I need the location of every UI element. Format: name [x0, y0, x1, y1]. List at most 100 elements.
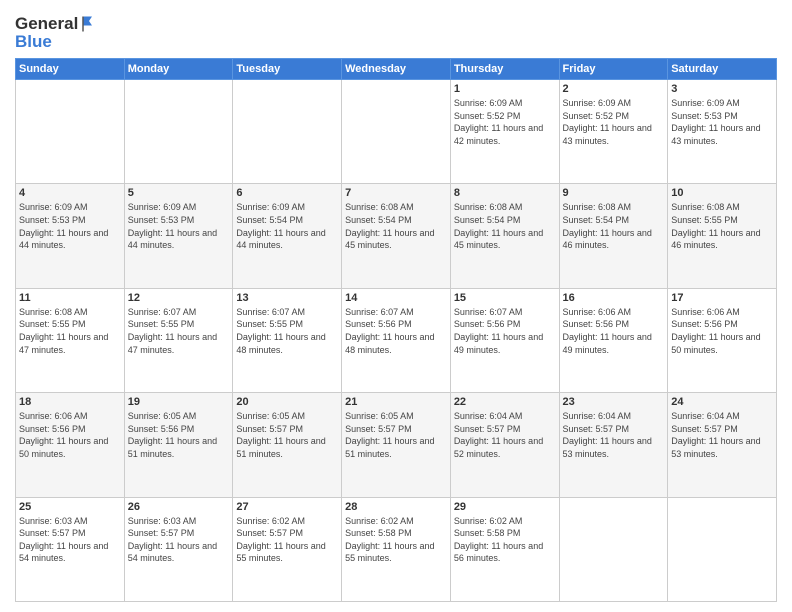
calendar-cell: 2 Sunrise: 6:09 AM Sunset: 5:52 PM Daylig…	[559, 80, 668, 184]
day-number: 5	[128, 187, 230, 199]
day-number: 17	[671, 292, 773, 304]
calendar-cell: 29 Sunrise: 6:02 AM Sunset: 5:58 PM Dayli…	[450, 497, 559, 601]
day-info: Sunrise: 6:05 AM Sunset: 5:57 PM Dayligh…	[236, 410, 338, 460]
day-number: 29	[454, 501, 556, 513]
day-number: 24	[671, 396, 773, 408]
header-saturday: Saturday	[668, 59, 777, 80]
day-info: Sunrise: 6:02 AM Sunset: 5:58 PM Dayligh…	[345, 515, 447, 565]
day-number: 13	[236, 292, 338, 304]
calendar-cell	[124, 80, 233, 184]
calendar-cell: 27 Sunrise: 6:02 AM Sunset: 5:57 PM Dayli…	[233, 497, 342, 601]
day-number: 7	[345, 187, 447, 199]
calendar-cell: 7 Sunrise: 6:08 AM Sunset: 5:54 PM Daylig…	[342, 184, 451, 288]
day-info: Sunrise: 6:04 AM Sunset: 5:57 PM Dayligh…	[563, 410, 665, 460]
calendar-cell: 20 Sunrise: 6:05 AM Sunset: 5:57 PM Dayli…	[233, 393, 342, 497]
day-number: 4	[19, 187, 121, 199]
calendar-table: SundayMondayTuesdayWednesdayThursdayFrid…	[15, 58, 777, 602]
calendar-cell: 8 Sunrise: 6:08 AM Sunset: 5:54 PM Daylig…	[450, 184, 559, 288]
calendar-week-3: 18 Sunrise: 6:06 AM Sunset: 5:56 PM Dayli…	[16, 393, 777, 497]
logo: General Blue	[15, 14, 98, 52]
day-info: Sunrise: 6:02 AM Sunset: 5:57 PM Dayligh…	[236, 515, 338, 565]
calendar-week-2: 11 Sunrise: 6:08 AM Sunset: 5:55 PM Dayli…	[16, 288, 777, 392]
day-info: Sunrise: 6:08 AM Sunset: 5:54 PM Dayligh…	[345, 201, 447, 251]
day-info: Sunrise: 6:07 AM Sunset: 5:56 PM Dayligh…	[454, 306, 556, 356]
day-number: 15	[454, 292, 556, 304]
day-number: 23	[563, 396, 665, 408]
calendar-cell: 18 Sunrise: 6:06 AM Sunset: 5:56 PM Dayli…	[16, 393, 125, 497]
day-number: 19	[128, 396, 230, 408]
day-number: 28	[345, 501, 447, 513]
header-thursday: Thursday	[450, 59, 559, 80]
calendar-week-0: 1Sunrise: 6:09 AM Sunset: 5:52 PM Daylig…	[16, 80, 777, 184]
day-number: 8	[454, 187, 556, 199]
calendar-cell: 12 Sunrise: 6:07 AM Sunset: 5:55 PM Dayli…	[124, 288, 233, 392]
day-info: Sunrise: 6:03 AM Sunset: 5:57 PM Dayligh…	[128, 515, 230, 565]
day-info: Sunrise: 6:03 AM Sunset: 5:57 PM Dayligh…	[19, 515, 121, 565]
day-number: 27	[236, 501, 338, 513]
calendar-cell: 10 Sunrise: 6:08 AM Sunset: 5:55 PM Dayli…	[668, 184, 777, 288]
header: General Blue	[15, 10, 777, 52]
calendar-cell: 26Sunrise: 6:03 AM Sunset: 5:57 PM Dayli…	[124, 497, 233, 601]
calendar-cell: 4 Sunrise: 6:09 AM Sunset: 5:53 PM Daylig…	[16, 184, 125, 288]
calendar-cell: 1Sunrise: 6:09 AM Sunset: 5:52 PM Daylig…	[450, 80, 559, 184]
calendar-cell: 13 Sunrise: 6:07 AM Sunset: 5:55 PM Dayli…	[233, 288, 342, 392]
calendar-week-1: 4 Sunrise: 6:09 AM Sunset: 5:53 PM Daylig…	[16, 184, 777, 288]
calendar-cell: 17 Sunrise: 6:06 AM Sunset: 5:56 PM Dayli…	[668, 288, 777, 392]
calendar-cell: 16 Sunrise: 6:06 AM Sunset: 5:56 PM Dayli…	[559, 288, 668, 392]
day-number: 11	[19, 292, 121, 304]
day-number: 10	[671, 187, 773, 199]
day-info: Sunrise: 6:02 AM Sunset: 5:58 PM Dayligh…	[454, 515, 556, 565]
day-info: Sunrise: 6:06 AM Sunset: 5:56 PM Dayligh…	[19, 410, 121, 460]
day-info: Sunrise: 6:04 AM Sunset: 5:57 PM Dayligh…	[454, 410, 556, 460]
header-tuesday: Tuesday	[233, 59, 342, 80]
header-sunday: Sunday	[16, 59, 125, 80]
day-info: Sunrise: 6:08 AM Sunset: 5:54 PM Dayligh…	[563, 201, 665, 251]
day-number: 22	[454, 396, 556, 408]
logo-flag-icon	[80, 15, 98, 33]
day-number: 6	[236, 187, 338, 199]
calendar-cell	[16, 80, 125, 184]
day-info: Sunrise: 6:07 AM Sunset: 5:55 PM Dayligh…	[128, 306, 230, 356]
header-wednesday: Wednesday	[342, 59, 451, 80]
day-info: Sunrise: 6:06 AM Sunset: 5:56 PM Dayligh…	[671, 306, 773, 356]
calendar-cell	[559, 497, 668, 601]
day-number: 16	[563, 292, 665, 304]
day-info: Sunrise: 6:05 AM Sunset: 5:56 PM Dayligh…	[128, 410, 230, 460]
day-info: Sunrise: 6:08 AM Sunset: 5:54 PM Dayligh…	[454, 201, 556, 251]
logo-general-text: General	[15, 14, 78, 34]
calendar-cell: 3 Sunrise: 6:09 AM Sunset: 5:53 PM Daylig…	[668, 80, 777, 184]
day-info: Sunrise: 6:09 AM Sunset: 5:53 PM Dayligh…	[128, 201, 230, 251]
day-info: Sunrise: 6:09 AM Sunset: 5:53 PM Dayligh…	[19, 201, 121, 251]
page: General Blue SundayMondayTuesdayWednesda…	[0, 0, 792, 612]
logo-blue-text: Blue	[15, 32, 98, 52]
calendar-cell: 19 Sunrise: 6:05 AM Sunset: 5:56 PM Dayli…	[124, 393, 233, 497]
calendar-cell: 14Sunrise: 6:07 AM Sunset: 5:56 PM Dayli…	[342, 288, 451, 392]
day-info: Sunrise: 6:05 AM Sunset: 5:57 PM Dayligh…	[345, 410, 447, 460]
calendar-header-row: SundayMondayTuesdayWednesdayThursdayFrid…	[16, 59, 777, 80]
day-number: 12	[128, 292, 230, 304]
day-info: Sunrise: 6:04 AM Sunset: 5:57 PM Dayligh…	[671, 410, 773, 460]
day-info: Sunrise: 6:07 AM Sunset: 5:56 PM Dayligh…	[345, 306, 447, 356]
day-info: Sunrise: 6:09 AM Sunset: 5:53 PM Dayligh…	[671, 97, 773, 147]
day-info: Sunrise: 6:06 AM Sunset: 5:56 PM Dayligh…	[563, 306, 665, 356]
calendar-cell	[342, 80, 451, 184]
day-info: Sunrise: 6:09 AM Sunset: 5:54 PM Dayligh…	[236, 201, 338, 251]
calendar-cell: 23 Sunrise: 6:04 AM Sunset: 5:57 PM Dayli…	[559, 393, 668, 497]
day-info: Sunrise: 6:09 AM Sunset: 5:52 PM Dayligh…	[563, 97, 665, 147]
day-info: Sunrise: 6:08 AM Sunset: 5:55 PM Dayligh…	[671, 201, 773, 251]
calendar-cell: 28 Sunrise: 6:02 AM Sunset: 5:58 PM Dayli…	[342, 497, 451, 601]
day-info: Sunrise: 6:07 AM Sunset: 5:55 PM Dayligh…	[236, 306, 338, 356]
day-number: 20	[236, 396, 338, 408]
day-number: 18	[19, 396, 121, 408]
day-number: 3	[671, 83, 773, 95]
calendar-cell: 24 Sunrise: 6:04 AM Sunset: 5:57 PM Dayli…	[668, 393, 777, 497]
day-info: Sunrise: 6:08 AM Sunset: 5:55 PM Dayligh…	[19, 306, 121, 356]
day-number: 2	[563, 83, 665, 95]
day-number: 25	[19, 501, 121, 513]
header-monday: Monday	[124, 59, 233, 80]
calendar-cell	[233, 80, 342, 184]
calendar-week-4: 25 Sunrise: 6:03 AM Sunset: 5:57 PM Dayli…	[16, 497, 777, 601]
day-number: 21	[345, 396, 447, 408]
calendar-cell: 21 Sunrise: 6:05 AM Sunset: 5:57 PM Dayli…	[342, 393, 451, 497]
calendar-cell: 15 Sunrise: 6:07 AM Sunset: 5:56 PM Dayli…	[450, 288, 559, 392]
